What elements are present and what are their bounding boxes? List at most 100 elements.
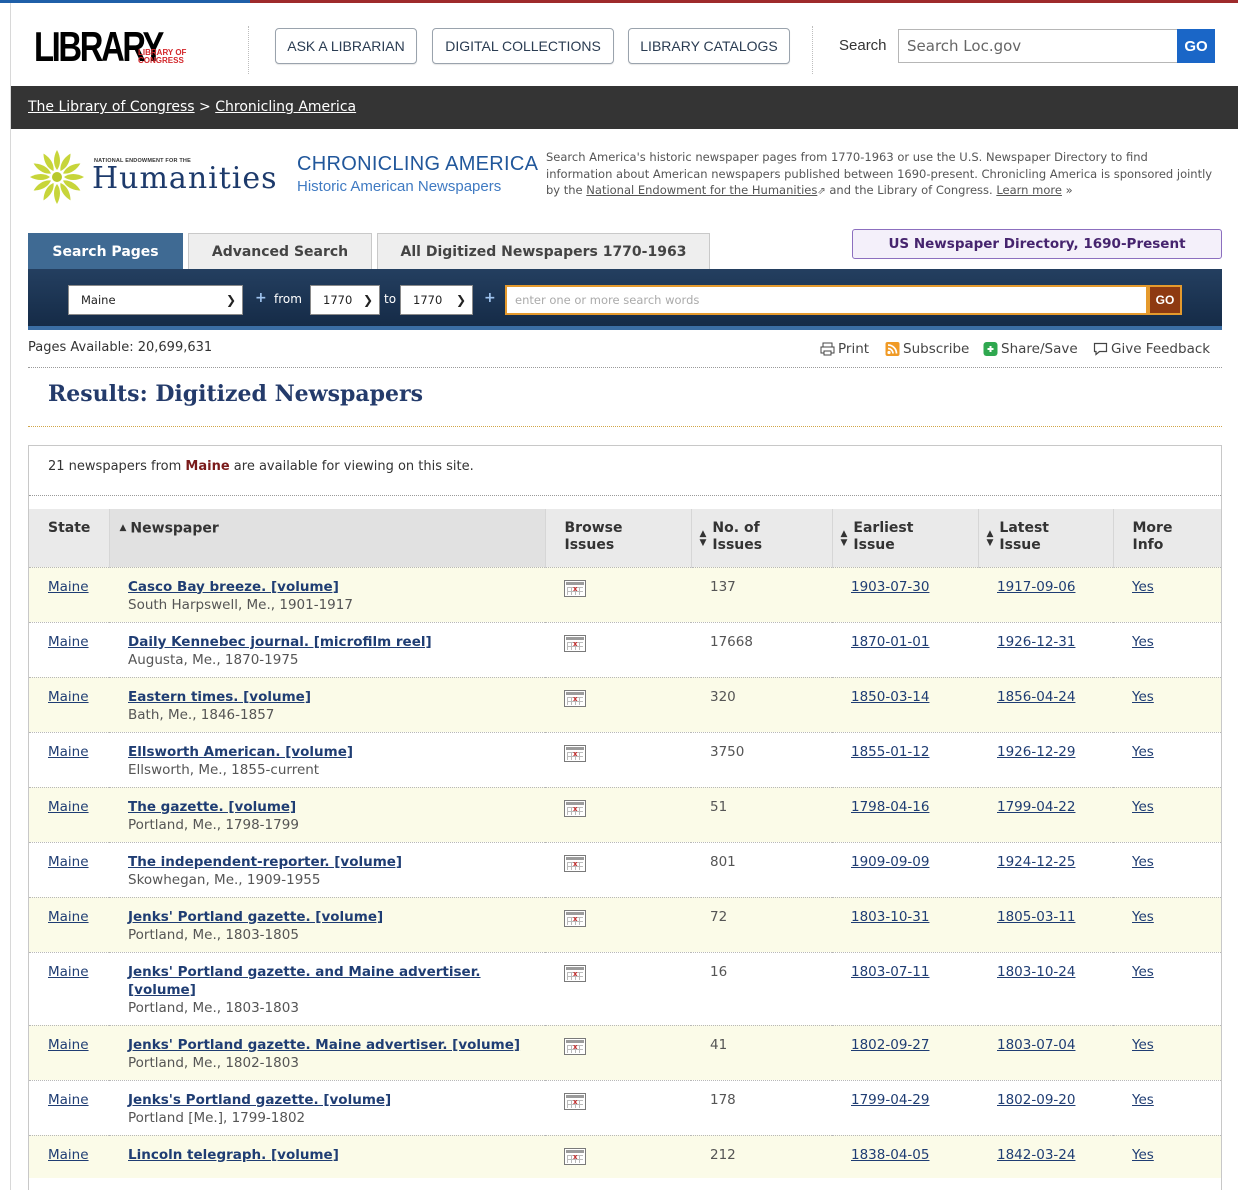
state-link[interactable]: Maine (48, 744, 89, 760)
latest-issue-link[interactable]: 1924-12-25 (997, 854, 1075, 870)
earliest-issue-link[interactable]: 1803-10-31 (851, 909, 929, 925)
earliest-issue-link[interactable]: 1909-09-09 (851, 854, 929, 870)
more-info-link[interactable]: Yes (1132, 854, 1154, 870)
state-link[interactable]: Maine (48, 1092, 89, 1108)
cell-state: Maine (29, 951, 109, 1025)
column-header-newspaper[interactable]: ▲ Newspaper (108, 509, 545, 567)
more-info-link[interactable]: Yes (1132, 1092, 1154, 1108)
latest-issue-link[interactable]: 1926-12-31 (997, 634, 1075, 650)
calendar-icon[interactable]: x (564, 634, 586, 652)
newspaper-place: Portland [Me.], 1799-1802 (128, 1109, 306, 1126)
more-info-link[interactable]: Yes (1132, 1147, 1154, 1163)
more-info-link[interactable]: Yes (1132, 579, 1154, 595)
latest-issue-link[interactable]: 1802-09-20 (997, 1092, 1075, 1108)
state-link[interactable]: Maine (48, 689, 89, 705)
earliest-issue-link[interactable]: 1798-04-16 (851, 799, 929, 815)
more-info-link[interactable]: Yes (1132, 744, 1154, 760)
breadcrumb-home-link[interactable]: The Library of Congress (28, 99, 195, 115)
state-link[interactable]: Maine (48, 634, 89, 650)
cell-latest: 1924-12-25 (978, 841, 1113, 897)
site-search-go-button[interactable]: GO (1177, 29, 1215, 63)
more-info-link[interactable]: Yes (1132, 689, 1154, 705)
neh-link[interactable]: National Endowment for the Humanities (586, 183, 817, 197)
state-link[interactable]: Maine (48, 1037, 89, 1053)
state-link[interactable]: Maine (48, 1147, 89, 1163)
site-search-input[interactable]: Search Loc.gov (898, 29, 1178, 63)
newspaper-title-link[interactable]: Jenks' Portland gazette. [volume] (128, 909, 383, 925)
search-go-button[interactable]: GO (1148, 285, 1182, 315)
newspaper-title-link[interactable]: The gazette. [volume] (128, 799, 296, 815)
calendar-icon[interactable]: x (564, 909, 586, 927)
library-of-congress-logo[interactable]: LIBRARY LIBRARY OF CONGRESS (34, 25, 204, 71)
earliest-issue-link[interactable]: 1803-07-11 (851, 964, 929, 980)
newspaper-title-link[interactable]: Daily Kennebec journal. [microfilm reel] (128, 634, 432, 650)
calendar-icon[interactable]: x (564, 744, 586, 762)
more-info-link[interactable]: Yes (1132, 964, 1154, 980)
column-header-number-of-issues[interactable]: ▲ ▼ No. of Issues (690, 509, 832, 567)
newspaper-title-link[interactable]: Jenks' Portland gazette. and Maine adver… (128, 964, 481, 998)
print-link[interactable]: Print (820, 341, 869, 357)
earliest-issue-link[interactable]: 1903-07-30 (851, 579, 929, 595)
newspaper-title-link[interactable]: Jenks' Portland gazette. Maine advertise… (128, 1037, 520, 1053)
more-info-link[interactable]: Yes (1132, 799, 1154, 815)
digital-collections-button[interactable]: DIGITAL COLLECTIONS (432, 28, 614, 64)
state-link[interactable]: Maine (48, 799, 89, 815)
newspaper-title-link[interactable]: Eastern times. [volume] (128, 689, 311, 705)
give-feedback-link[interactable]: Give Feedback (1093, 341, 1210, 357)
column-header-state[interactable]: State (29, 509, 109, 567)
earliest-issue-link[interactable]: 1850-03-14 (851, 689, 929, 705)
more-info-link[interactable]: Yes (1132, 909, 1154, 925)
earliest-issue-link[interactable]: 1838-04-05 (851, 1147, 929, 1163)
calendar-icon[interactable]: x (564, 799, 586, 817)
column-header-earliest-issue[interactable]: ▲ ▼ Earliest Issue (831, 509, 978, 567)
cell-browse: x (545, 896, 691, 952)
more-info-link[interactable]: Yes (1132, 634, 1154, 650)
neh-logo[interactable]: NATIONAL ENDOWMENT FOR THE Humanities (28, 148, 277, 206)
earliest-issue-link[interactable]: 1855-01-12 (851, 744, 929, 760)
column-header-latest-issue[interactable]: ▲ ▼ Latest Issue (977, 509, 1113, 567)
latest-issue-link[interactable]: 1842-03-24 (997, 1147, 1075, 1163)
library-catalogs-button[interactable]: LIBRARY CATALOGS (628, 28, 790, 64)
tab-search-pages[interactable]: Search Pages (28, 233, 183, 269)
newspaper-directory-button[interactable]: US Newspaper Directory, 1690-Present (852, 229, 1222, 259)
earliest-issue-link[interactable]: 1870-01-01 (851, 634, 929, 650)
newspaper-title-link[interactable]: The independent-reporter. [volume] (128, 854, 402, 870)
latest-issue-link[interactable]: 1803-07-04 (997, 1037, 1075, 1053)
newspaper-title-link[interactable]: Lincoln telegraph. [volume] (128, 1147, 339, 1163)
calendar-icon[interactable]: x (564, 1037, 586, 1055)
more-info-link[interactable]: Yes (1132, 1037, 1154, 1053)
latest-issue-link[interactable]: 1917-09-06 (997, 579, 1075, 595)
tab-advanced-search[interactable]: Advanced Search (188, 233, 372, 269)
state-link[interactable]: Maine (48, 964, 89, 980)
calendar-icon[interactable]: x (564, 854, 586, 872)
to-year-select[interactable]: 1770 ❯ (400, 285, 473, 315)
state-select[interactable]: Maine ❯ (68, 285, 243, 315)
calendar-icon[interactable]: x (564, 1147, 586, 1165)
latest-issue-link[interactable]: 1805-03-11 (997, 909, 1075, 925)
calendar-icon[interactable]: x (564, 964, 586, 982)
subscribe-link[interactable]: Subscribe (885, 341, 969, 357)
chronicling-america-title[interactable]: CHRONICLING AMERICA (297, 153, 538, 176)
latest-issue-link[interactable]: 1856-04-24 (997, 689, 1075, 705)
latest-issue-link[interactable]: 1926-12-29 (997, 744, 1075, 760)
state-link[interactable]: Maine (48, 854, 89, 870)
latest-issue-link[interactable]: 1799-04-22 (997, 799, 1075, 815)
from-year-select[interactable]: 1770 ❯ (310, 285, 380, 315)
calendar-icon[interactable]: x (564, 1092, 586, 1110)
calendar-icon[interactable]: x (564, 689, 586, 707)
newspaper-title-link[interactable]: Jenks's Portland gazette. [volume] (128, 1092, 391, 1108)
earliest-issue-link[interactable]: 1799-04-29 (851, 1092, 929, 1108)
state-link[interactable]: Maine (48, 909, 89, 925)
newspaper-title-link[interactable]: Casco Bay breeze. [volume] (128, 579, 339, 595)
share-save-link[interactable]: Share/Save (983, 341, 1078, 357)
search-words-input[interactable]: enter one or more search words (505, 285, 1148, 315)
latest-issue-link[interactable]: 1803-10-24 (997, 964, 1075, 980)
learn-more-link[interactable]: Learn more (996, 183, 1062, 197)
breadcrumb-current-link[interactable]: Chronicling America (215, 99, 356, 115)
earliest-issue-link[interactable]: 1802-09-27 (851, 1037, 929, 1053)
state-link[interactable]: Maine (48, 579, 89, 595)
ask-a-librarian-button[interactable]: ASK A LIBRARIAN (275, 28, 417, 64)
calendar-icon[interactable]: x (564, 579, 586, 597)
tab-all-digitized-newspapers[interactable]: All Digitized Newspapers 1770-1963 (377, 233, 710, 269)
newspaper-title-link[interactable]: Ellsworth American. [volume] (128, 744, 353, 760)
